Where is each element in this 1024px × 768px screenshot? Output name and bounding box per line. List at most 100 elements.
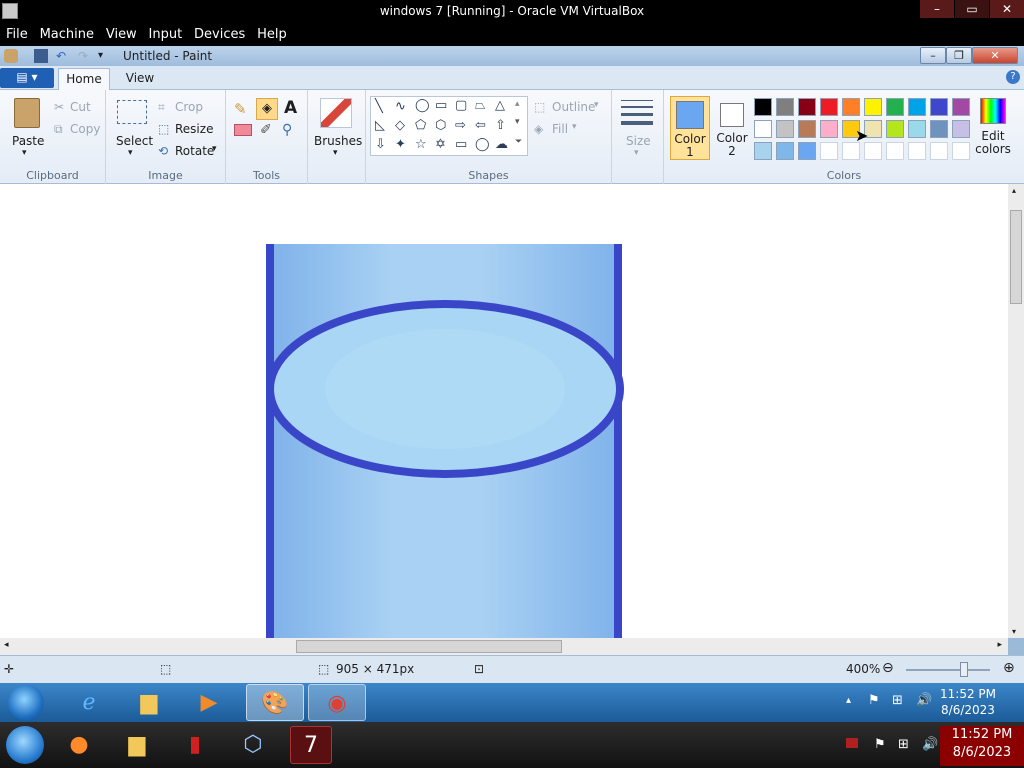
four-point-star-shape-icon[interactable]: ✦	[395, 137, 406, 152]
fill-dropdown-icon[interactable]: ▾	[572, 122, 577, 132]
tab-home[interactable]: Home	[58, 68, 110, 90]
oval-callout-shape-icon[interactable]: ◯	[475, 137, 490, 152]
palette-swatch[interactable]	[930, 98, 948, 116]
palette-swatch[interactable]	[908, 120, 926, 138]
shapes-gallery[interactable]: ╲ ∿ ◯ ▭ ▢ ⏢ △ ◺ ◇ ⬠ ⬡ ⇨ ⇦ ⇧ ⇩ ✦ ☆ ✡ ▭ ◯	[370, 96, 528, 156]
outline-dropdown-icon[interactable]: ▾	[594, 100, 599, 110]
action-center-flag-icon[interactable]: ⚑	[868, 693, 880, 708]
triangle-shape-icon[interactable]: △	[495, 98, 505, 113]
hexagon-shape-icon[interactable]: ⬡	[435, 118, 446, 133]
menu-machine[interactable]: Machine	[34, 24, 94, 42]
host-folder-icon[interactable]: ▆	[116, 726, 158, 764]
fill-bucket-icon[interactable]: ◈	[256, 98, 278, 120]
right-arrow-shape-icon[interactable]: ⇨	[455, 118, 466, 133]
fill-button[interactable]: Fill	[552, 122, 568, 136]
vertical-scroll-thumb[interactable]	[1010, 210, 1022, 304]
host-start-button[interactable]	[6, 726, 44, 764]
palette-swatch[interactable]	[776, 98, 794, 116]
palette-swatch[interactable]	[886, 142, 904, 160]
paste-button[interactable]: Paste	[12, 134, 44, 148]
palette-swatch[interactable]	[886, 98, 904, 116]
menu-view[interactable]: View	[100, 24, 137, 42]
palette-swatch[interactable]	[798, 142, 816, 160]
palette-swatch[interactable]	[930, 120, 948, 138]
select-dropdown-icon[interactable]: ▾	[128, 148, 133, 158]
scroll-down-icon[interactable]: ▾	[1012, 627, 1016, 636]
rectangle-shape-icon[interactable]: ▭	[435, 98, 447, 113]
close-button[interactable]: ✕	[990, 0, 1024, 18]
shapes-expand-icon[interactable]: ⏷	[515, 137, 522, 147]
palette-swatch[interactable]	[952, 98, 970, 116]
media-app-icon[interactable]: ▮	[174, 726, 216, 764]
oval-shape-icon[interactable]: ◯	[415, 98, 430, 113]
drawing-canvas[interactable]	[0, 184, 1008, 638]
internet-explorer-icon[interactable]: ℯ	[60, 684, 118, 721]
rounded-rectangle-shape-icon[interactable]: ▢	[455, 98, 467, 113]
size-button[interactable]: Size	[626, 134, 651, 148]
host-flag-icon[interactable]: ⚑	[874, 736, 886, 754]
edit-colors-icon[interactable]	[980, 98, 1006, 124]
palette-swatch[interactable]	[776, 120, 794, 138]
outline-button[interactable]: Outline	[552, 100, 595, 114]
paint-minimize-button[interactable]: –	[920, 47, 946, 64]
palette-swatch[interactable]	[754, 142, 772, 160]
paste-dropdown-icon[interactable]: ▾	[22, 148, 27, 158]
vertical-scrollbar[interactable]: ▴ ▾	[1008, 184, 1024, 638]
down-arrow-shape-icon[interactable]: ⇩	[375, 137, 386, 152]
explorer-folder-icon[interactable]: ▆	[120, 684, 178, 721]
horizontal-scrollbar[interactable]: ◂ ▸	[0, 638, 1008, 655]
brushes-dropdown-icon[interactable]: ▾	[333, 148, 338, 158]
polygon-shape-icon[interactable]: ⏢	[475, 98, 485, 113]
media-player-icon[interactable]: ▶	[180, 684, 238, 721]
menu-devices[interactable]: Devices	[188, 24, 245, 42]
menu-input[interactable]: Input	[143, 24, 183, 42]
color2-button[interactable]: Color 2	[712, 96, 752, 160]
shapes-scroll-down-icon[interactable]: ▾	[515, 117, 520, 127]
resize-button[interactable]: Resize	[175, 122, 213, 136]
rounded-callout-shape-icon[interactable]: ▭	[455, 137, 467, 152]
edit-colors-button[interactable]: Edit colors	[970, 130, 1016, 156]
eraser-icon[interactable]	[234, 124, 252, 136]
five-point-star-shape-icon[interactable]: ☆	[415, 137, 427, 152]
virtualbox-icon[interactable]: ⬡	[232, 726, 274, 764]
left-arrow-shape-icon[interactable]: ⇦	[475, 118, 486, 133]
host-clock[interactable]: ⚑ ⊞ 🔊 11:52 PM 8/6/2023	[874, 726, 1024, 766]
host-volume-icon[interactable]: 🔊	[922, 736, 938, 754]
show-hidden-icons-icon[interactable]: ▴	[846, 695, 851, 706]
line-shape-icon[interactable]: ╲	[375, 99, 383, 114]
rotate-dropdown-icon[interactable]: ▾	[212, 144, 217, 154]
maximize-button[interactable]: ▭	[955, 0, 989, 18]
color1-button[interactable]: Color 1	[670, 96, 710, 160]
scroll-right-icon[interactable]: ▸	[997, 640, 1002, 650]
cloud-callout-shape-icon[interactable]: ☁	[495, 137, 508, 152]
size-dropdown-icon[interactable]: ▾	[634, 148, 639, 158]
paint-menu-button[interactable]: ▤ ▾	[0, 68, 54, 88]
palette-swatch[interactable]	[820, 120, 838, 138]
cut-button[interactable]: Cut	[70, 100, 91, 114]
zoom-in-button[interactable]: ⊕	[1003, 660, 1015, 676]
palette-swatch[interactable]	[908, 98, 926, 116]
guest-clock[interactable]: 11:52 PM 8/6/2023	[940, 686, 996, 718]
up-arrow-shape-icon[interactable]: ⇧	[495, 118, 506, 133]
menu-help[interactable]: Help	[251, 24, 287, 42]
select-button[interactable]: Select	[116, 134, 153, 148]
horizontal-scroll-thumb[interactable]	[296, 640, 562, 653]
palette-swatch[interactable]	[908, 142, 926, 160]
palette-swatch[interactable]	[820, 98, 838, 116]
palette-swatch[interactable]	[864, 98, 882, 116]
redo-icon[interactable]: ↷	[78, 49, 92, 63]
brushes-button[interactable]: Brushes	[314, 134, 362, 148]
chrome-taskbar-icon[interactable]: ◉	[308, 684, 366, 721]
palette-swatch[interactable]	[952, 120, 970, 138]
tray-red-icon[interactable]	[846, 738, 858, 748]
paint-taskbar-icon[interactable]: 🎨	[246, 684, 304, 721]
palette-swatch[interactable]	[754, 98, 772, 116]
text-tool-icon[interactable]: A	[284, 98, 297, 118]
shapes-scroll-up-icon[interactable]: ▴	[515, 99, 520, 109]
paste-icon[interactable]	[14, 98, 40, 128]
firefox-icon[interactable]: ●	[58, 726, 100, 764]
palette-swatch[interactable]	[776, 142, 794, 160]
save-icon[interactable]	[34, 49, 48, 63]
quick-access-dropdown-icon[interactable]: ▾	[98, 49, 112, 63]
palette-swatch[interactable]	[886, 120, 904, 138]
